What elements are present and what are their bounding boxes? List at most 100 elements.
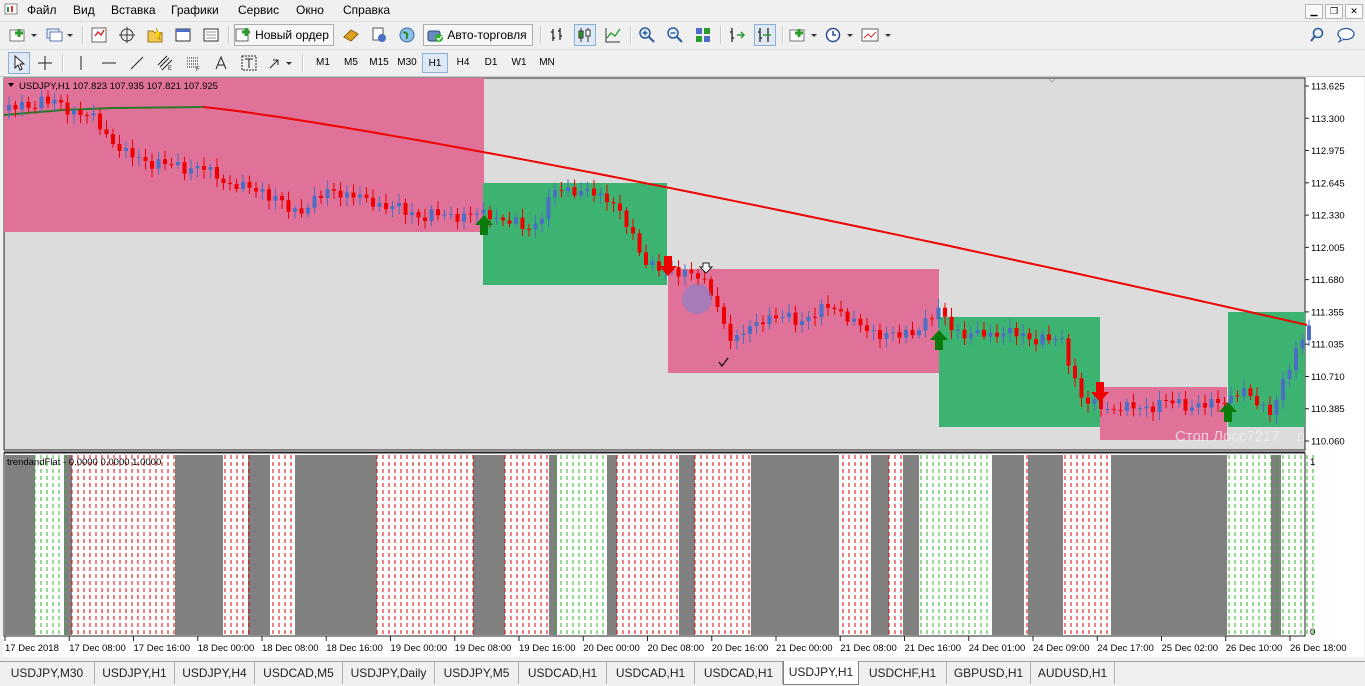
price-axis: 113.625 113.300 112.975 112.645 112.330 112.0… xyxy=(1305,82,1345,448)
indicator-scale-top: 1 xyxy=(1310,457,1315,468)
indicators-button[interactable] xyxy=(788,24,820,46)
text-tool-button[interactable] xyxy=(210,52,232,74)
timeframe-h4[interactable]: H4 xyxy=(450,53,476,73)
trend-block xyxy=(1033,455,1063,635)
bear-candle xyxy=(644,252,648,265)
periods-button[interactable] xyxy=(824,24,856,46)
timeframe-m30[interactable]: M30 xyxy=(394,53,420,73)
timeframe-m15[interactable]: M15 xyxy=(366,53,392,73)
market-watch-button[interactable] xyxy=(88,24,110,46)
menu-tools[interactable]: Сервис xyxy=(238,3,279,17)
menu-help[interactable]: Справка xyxy=(343,3,390,17)
data-window-button[interactable] xyxy=(116,24,138,46)
menu-window[interactable]: Окно xyxy=(296,3,324,17)
strategy-tester-button[interactable] xyxy=(200,24,222,46)
time-label: 21 Dec 08:00 xyxy=(840,643,897,654)
bull-candle xyxy=(683,269,687,277)
crosshair-tool-button[interactable] xyxy=(34,52,56,74)
search-button[interactable] xyxy=(1306,24,1328,46)
chart-tab[interactable]: USDJPY,H4 xyxy=(175,662,255,684)
chart-tab[interactable]: USDCAD,H1 xyxy=(695,662,783,684)
menu-insert[interactable]: Вставка xyxy=(111,3,156,17)
minimize-button[interactable]: ▁ xyxy=(1305,4,1323,19)
timeframe-d1[interactable]: D1 xyxy=(478,53,504,73)
bear-candle xyxy=(527,228,531,230)
bear-candle xyxy=(280,196,284,201)
market-button[interactable] xyxy=(396,24,418,46)
auto-scroll-icon xyxy=(758,28,771,42)
close-button[interactable]: ✕ xyxy=(1345,4,1363,19)
chart-header: USDJPY,H1 107.823 107.935 107.821 107.92… xyxy=(19,81,218,92)
chart-canvas[interactable]: USDJPY,H1 107.823 107.935 107.821 107.92… xyxy=(3,77,1364,657)
timeframe-mn[interactable]: MN xyxy=(534,53,560,73)
new-chart-button[interactable] xyxy=(8,24,40,46)
time-label: 20 Dec 08:00 xyxy=(648,643,705,654)
bull-candle xyxy=(312,195,317,208)
templates-icon xyxy=(861,28,891,42)
bear-candle xyxy=(1222,402,1227,404)
fibonacci-tool-button[interactable]: F xyxy=(182,52,204,74)
chart-tab[interactable]: GBPUSD,H1 xyxy=(947,662,1031,684)
restore-button[interactable]: ❐ xyxy=(1325,4,1343,19)
toolbar-separator xyxy=(62,54,64,72)
chart-shift-button[interactable] xyxy=(726,24,748,46)
bull-candle xyxy=(1294,348,1298,371)
zoom-in-button[interactable] xyxy=(636,24,658,46)
timeframe-m5[interactable]: M5 xyxy=(338,53,364,73)
bear-candle xyxy=(1170,400,1175,404)
chart-tab[interactable]: USDCAD,M5 xyxy=(255,662,343,684)
chart-window[interactable]: USDJPY,H1 107.823 107.935 107.821 107.92… xyxy=(3,77,1364,657)
menu-charts[interactable]: Графики xyxy=(171,3,219,17)
terminal-button[interactable] xyxy=(172,24,194,46)
bull-candle xyxy=(195,166,200,169)
bull-candle xyxy=(917,330,921,336)
bear-candle xyxy=(319,195,323,199)
timeframe-h1[interactable]: H1 xyxy=(422,53,448,73)
auto-scroll-button[interactable] xyxy=(754,24,776,46)
bull-candle xyxy=(72,110,76,115)
navigator-icon xyxy=(147,27,163,43)
bull-candle xyxy=(1001,333,1006,337)
horizontal-line-tool-button[interactable] xyxy=(98,52,120,74)
horizontal-line-icon xyxy=(102,62,116,64)
templates-button[interactable] xyxy=(860,24,894,46)
trend-block xyxy=(1271,455,1281,635)
crosshair-target-icon xyxy=(119,27,135,43)
chart-tab[interactable]: USDCAD,H1 xyxy=(519,662,607,684)
restore-icon: ❐ xyxy=(1329,6,1339,16)
zoom-out-button[interactable] xyxy=(664,24,686,46)
chart-tab[interactable]: USDJPY,Daily xyxy=(343,662,435,684)
timeframe-w1[interactable]: W1 xyxy=(506,53,532,73)
cursor-tool-button[interactable] xyxy=(8,52,30,74)
chart-tab[interactable]: USDJPY,H1 xyxy=(95,662,175,684)
chat-button[interactable] xyxy=(1334,24,1358,46)
tile-windows-button[interactable] xyxy=(692,24,714,46)
chart-tab[interactable]: USDCAD,H1 xyxy=(607,662,695,684)
timeframe-m1[interactable]: M1 xyxy=(310,53,336,73)
bar-chart-button[interactable] xyxy=(546,24,568,46)
trendline-tool-button[interactable] xyxy=(126,52,148,74)
signals-button[interactable] xyxy=(368,24,390,46)
line-chart-button[interactable] xyxy=(602,24,624,46)
new-order-button[interactable]: Новый ордер xyxy=(234,24,334,46)
chart-tab-active[interactable]: USDJPY,H1 xyxy=(783,661,859,685)
text-label-tool-button[interactable] xyxy=(238,52,260,74)
bear-candle xyxy=(351,192,356,198)
bull-candle xyxy=(325,189,330,199)
menu-file[interactable]: Файл xyxy=(27,3,57,17)
profiles-button[interactable] xyxy=(44,24,76,46)
chart-tab[interactable]: USDJPY,M5 xyxy=(435,662,519,684)
equidistant-channel-tool-button[interactable]: E xyxy=(154,52,176,74)
chart-tab[interactable]: USDCHF,H1 xyxy=(859,662,947,684)
navigator-button[interactable] xyxy=(144,24,166,46)
autotrading-button[interactable]: Авто-торговля xyxy=(423,24,533,46)
chart-tab[interactable]: USDJPY,M30 xyxy=(0,662,95,684)
vertical-line-tool-button[interactable] xyxy=(70,52,92,74)
chart-tab[interactable]: AUDUSD,H1 xyxy=(1031,662,1115,684)
price-label: 112.330 xyxy=(1311,211,1345,222)
arrows-tool-button[interactable] xyxy=(266,52,296,74)
metaeditor-button[interactable] xyxy=(340,24,362,46)
menu-view[interactable]: Вид xyxy=(73,3,95,17)
candlestick-chart-button[interactable] xyxy=(574,24,596,46)
time-label: 24 Dec 09:00 xyxy=(1033,643,1090,654)
